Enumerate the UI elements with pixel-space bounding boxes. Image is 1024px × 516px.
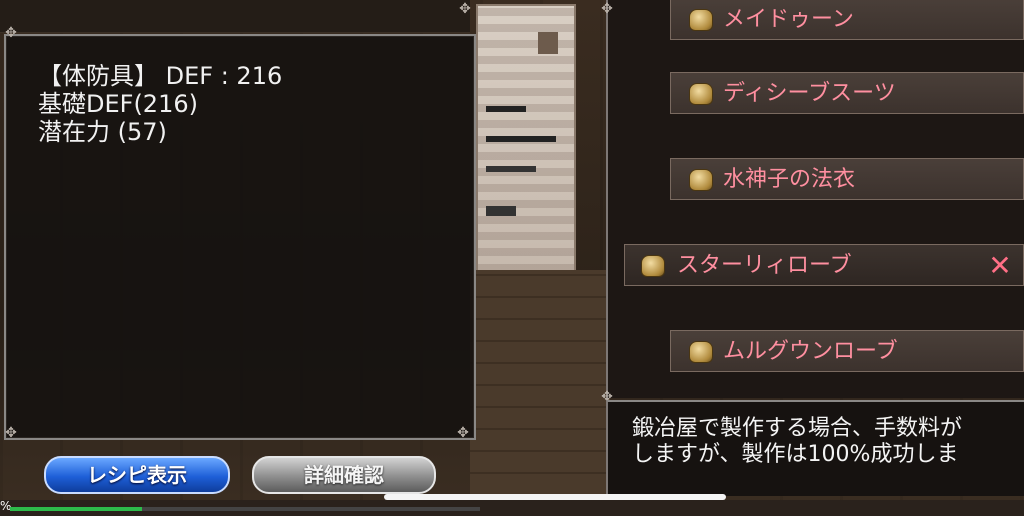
corner-ornament-icon: ✥ <box>601 1 613 17</box>
poster-mark <box>486 106 526 112</box>
armor-icon <box>641 255 665 277</box>
home-indicator[interactable] <box>384 494 726 500</box>
armor-icon <box>689 83 713 105</box>
armor-item-label: 水神子の法衣 <box>723 167 856 192</box>
background-planks <box>470 270 610 516</box>
armor-list-item[interactable]: ムルグウンローブ <box>670 330 1024 372</box>
armor-item-label: メイドゥーン <box>723 7 854 32</box>
message-panel: 鍛冶屋で製作する場合、手数料が しますが、製作は100%成功しま <box>606 400 1024 496</box>
poster-mark <box>486 166 536 172</box>
corner-ornament-icon: ✥ <box>459 1 471 17</box>
show-recipe-button[interactable]: レシピ表示 <box>44 456 230 494</box>
message-line: しますが、製作は100%成功しま <box>632 442 959 467</box>
corner-ornament-icon: ✥ <box>5 425 17 441</box>
armor-icon <box>689 9 713 31</box>
message-line: 鍛冶屋で製作する場合、手数料が <box>632 416 963 441</box>
poster-mark <box>486 136 556 142</box>
armor-item-label: ムルグウンローブ <box>723 339 898 364</box>
progress-fill <box>10 507 142 511</box>
armor-list-item[interactable]: 水神子の法衣 <box>670 158 1024 200</box>
percent-label: % <box>0 499 12 513</box>
armor-icon <box>689 341 713 363</box>
poster-mark <box>538 32 558 54</box>
armor-list-item[interactable]: ディシーブスーツ <box>670 72 1024 114</box>
armor-icon <box>689 169 713 191</box>
armor-item-label: ディシーブスーツ <box>723 81 896 106</box>
close-icon[interactable]: ✕ <box>985 249 1015 283</box>
progress-bar <box>10 507 480 511</box>
potential-line: 潜在力 (57) <box>38 118 167 146</box>
armor-list-item-selected[interactable]: スターリィローブ ✕ <box>624 244 1024 286</box>
armor-item-label: スターリィローブ <box>677 253 852 278</box>
background-poster <box>476 4 576 274</box>
info-header-strip <box>0 0 470 33</box>
poster-mark <box>486 206 516 216</box>
corner-ornament-icon: ✥ <box>457 425 469 441</box>
corner-ornament-icon: ✥ <box>5 25 17 41</box>
armor-list-item[interactable]: メイドゥーン <box>670 0 1024 40</box>
detail-confirm-button[interactable]: 詳細確認 <box>252 456 436 494</box>
base-def-line: 基礎DEF(216) <box>38 90 198 118</box>
equipment-def-line: 【体防具】 DEF : 216 <box>38 62 283 90</box>
